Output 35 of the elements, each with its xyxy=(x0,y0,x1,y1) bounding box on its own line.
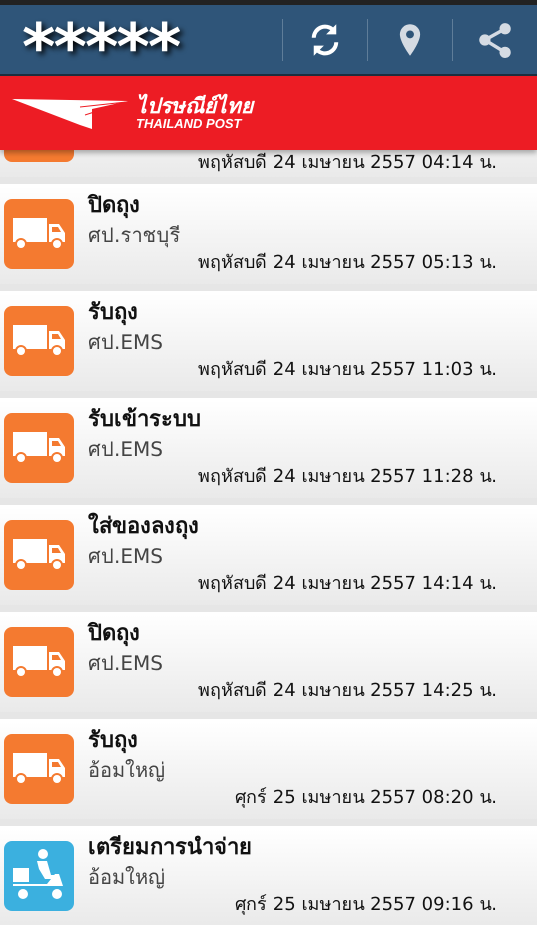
event-location: ศป.EMS xyxy=(88,543,164,570)
event-time: พฤหัสบดี 24 เมษายน 2557 14:14 น. xyxy=(197,572,497,596)
event-time: พฤหัสบดี 24 เมษายน 2557 05:13 น. xyxy=(197,251,497,275)
event-location: อ้อมใหญ่ xyxy=(88,864,166,891)
event-location: ศป.EMS xyxy=(88,329,164,356)
event-row[interactable]: ใส่ของลงถุง ศป.EMS พฤหัสบดี 24 เมษายน 2557 14:14 น. xyxy=(0,505,537,605)
event-status: ปิดถุง xyxy=(88,192,141,220)
event-location: อ้อมใหญ่ xyxy=(88,757,166,784)
event-row[interactable]: เตรียมการนำจ่าย อ้อมใหญ่ ศุกร์ 25 เมษายน 2557 09:16 น. xyxy=(0,826,537,925)
event-time: พฤหัสบดี 24 เมษายน 2557 11:03 น. xyxy=(197,358,497,382)
event-status: ปิดถุง xyxy=(88,620,141,648)
event-location: ศป.ราชบุรี xyxy=(88,222,182,249)
event-row[interactable]: ปิดถุง ศป.ราชบุรี พฤหัสบดี 24 เมษายน 2557 05:13 น. xyxy=(0,184,537,284)
event-time: ศุกร์ 25 เมษายน 2557 09:16 น. xyxy=(234,893,497,917)
event-time: พฤหัสบดี 24 เมษายน 2557 11:28 น. xyxy=(197,465,497,489)
tracking-title: ***** xyxy=(21,10,181,74)
event-status: รับถุง xyxy=(88,727,139,756)
event-status: รับเข้าระบบ xyxy=(88,406,202,434)
share-icon[interactable] xyxy=(477,22,513,58)
event-time: ศุกร์ 25 เมษายน 2557 08:20 น. xyxy=(234,786,497,810)
event-status: ใส่ของลงถุง xyxy=(88,512,200,542)
logo-text: ไปรษณีย์ไทย xyxy=(136,96,253,117)
event-location: ศป.EMS xyxy=(88,650,164,677)
event-row[interactable]: รับถุง ศป.EMS พฤหัสบดี 24 เมษายน 2557 11:03 น. xyxy=(0,291,537,391)
logo-text: THAILAND POST xyxy=(136,117,244,130)
event-row[interactable]: รับเข้าระบบ ศป.EMS พฤหัสบดี 24 เมษายน 2557 11:28 น. xyxy=(0,398,537,498)
event-status: รับถุง xyxy=(88,299,139,328)
event-row[interactable]: รับถุง อ้อมใหญ่ ศุกร์ 25 เมษายน 2557 08:20 น. xyxy=(0,719,537,819)
event-location: ศป.EMS xyxy=(88,436,164,463)
event-time: พฤหัสบดี 24 เมษายน 2557 04:14 น. xyxy=(197,151,497,175)
event-time: พฤหัสบดี 24 เมษายน 2557 14:25 น. xyxy=(197,679,497,703)
event-row[interactable]: ปิดถุง ศป.EMS พฤหัสบดี 24 เมษายน 2557 14:25 น. xyxy=(0,612,537,712)
delivery-rider-icon xyxy=(4,841,74,911)
event-status: เตรียมการนำจ่าย xyxy=(88,834,253,862)
event-row[interactable]: พฤหัสบดี 24 เมษายน 2557 04:14 น. xyxy=(0,150,537,177)
